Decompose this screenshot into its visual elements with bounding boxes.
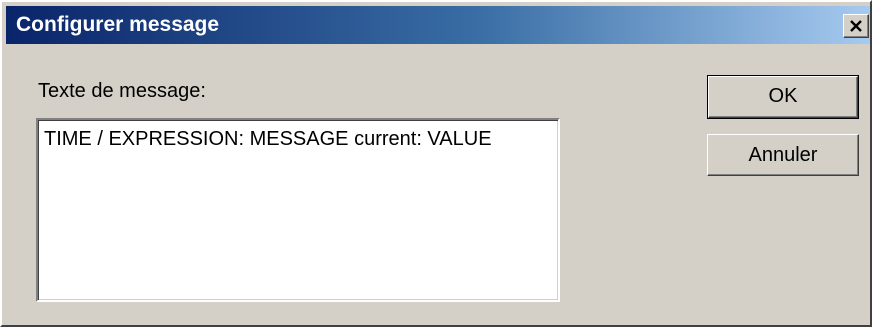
- close-button[interactable]: [843, 14, 869, 38]
- title-bar[interactable]: Configurer message: [6, 6, 870, 44]
- message-textarea-value: TIME / EXPRESSION: MESSAGE current: VALU…: [44, 128, 492, 150]
- cancel-button[interactable]: Annuler: [707, 134, 859, 176]
- cancel-button-label: Annuler: [748, 144, 818, 166]
- window-title: Configurer message: [16, 13, 220, 36]
- configure-message-dialog: Configurer message Texte de message: TIM…: [0, 0, 872, 327]
- message-textarea[interactable]: TIME / EXPRESSION: MESSAGE current: VALU…: [36, 118, 560, 302]
- ok-button-label: OK: [768, 85, 798, 107]
- message-text-label: Texte de message:: [38, 80, 206, 102]
- ok-button[interactable]: OK: [707, 75, 859, 119]
